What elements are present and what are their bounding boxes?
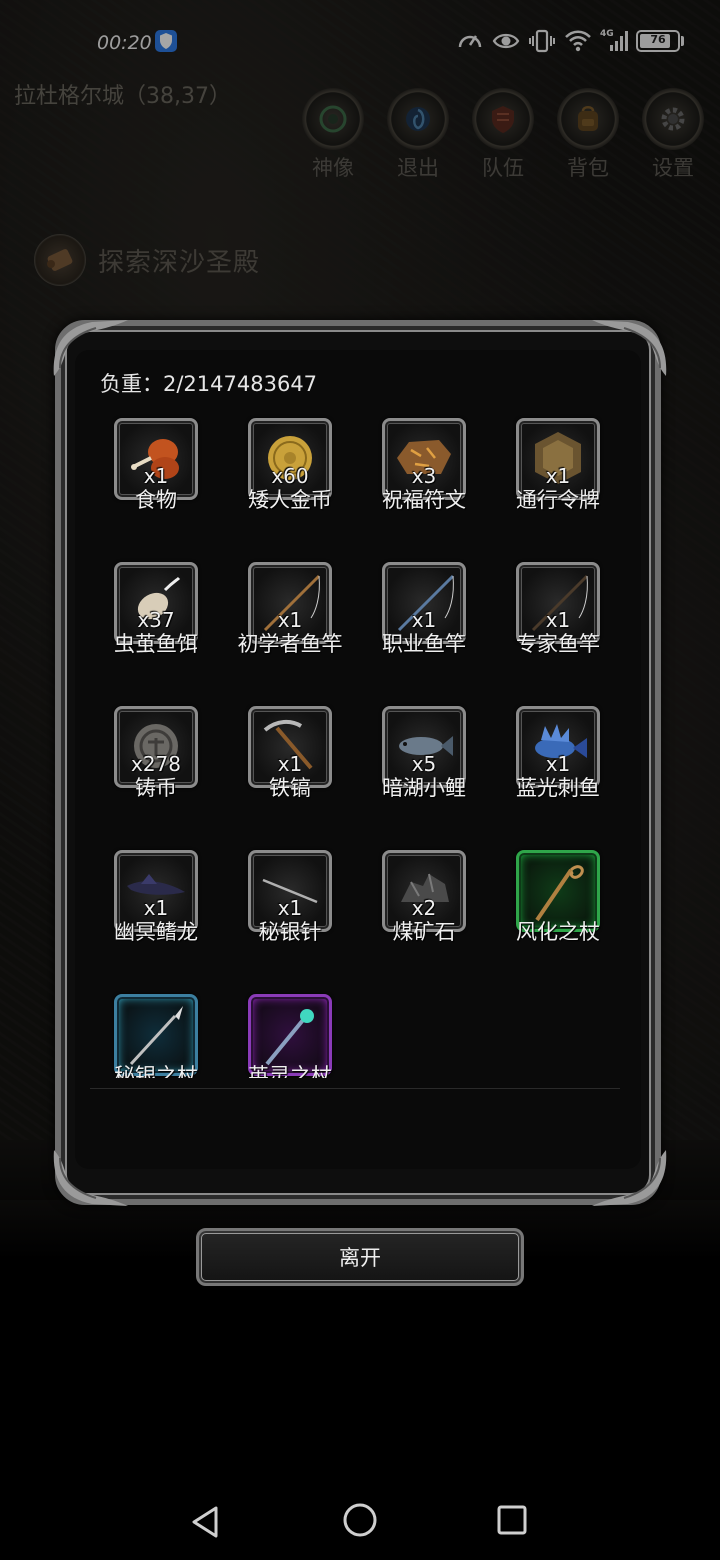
item-name: 职业鱼竿 <box>382 632 466 656</box>
inventory-item[interactable]: x1 蓝光刺鱼 <box>492 698 630 838</box>
back-icon[interactable] <box>188 1504 224 1540</box>
inventory-item[interactable]: x3 祝福符文 <box>358 410 498 550</box>
inventory-item[interactable]: x1 秘银针 <box>224 842 364 982</box>
item-name: 风化之杖 <box>516 920 600 944</box>
inventory-item[interactable]: x1 专家鱼竿 <box>492 554 630 694</box>
item-name: 铁镐 <box>269 776 311 800</box>
item-name: 食物 <box>135 488 177 512</box>
inventory-item[interactable]: 风化之杖 <box>492 842 630 982</box>
weight-label: 负重：2/2147483647 <box>100 372 318 396</box>
inventory-item[interactable]: x278 铸币 <box>90 698 230 838</box>
item-name: 蓝光刺鱼 <box>516 776 600 800</box>
item-name: 专家鱼竿 <box>516 632 600 656</box>
inventory-item[interactable]: x1 幽冥鳍龙 <box>90 842 230 982</box>
ornament-corner <box>52 1148 132 1208</box>
inventory-grid[interactable]: x1 食物 x60 矮人金币 x3 祝福符文 x1 通行令牌 x37 虫茧鱼饵 … <box>90 410 630 1078</box>
item-name: 虫茧鱼饵 <box>114 632 198 656</box>
inventory-item[interactable]: x1 食物 <box>90 410 230 550</box>
item-name: 初学者鱼竿 <box>237 632 343 656</box>
inventory-item[interactable]: x1 铁镐 <box>224 698 364 838</box>
inventory-item[interactable]: 秘银之杖 <box>90 986 230 1078</box>
leave-button[interactable]: 离开 <box>196 1228 524 1286</box>
item-name: 英灵之杖 <box>248 1064 332 1078</box>
item-name: 煤矿石 <box>392 920 456 944</box>
item-name: 通行令牌 <box>516 488 600 512</box>
navigation-bar <box>0 1480 720 1560</box>
item-name: 矮人金币 <box>248 488 332 512</box>
home-icon[interactable] <box>342 1502 378 1538</box>
inventory-item[interactable]: x1 职业鱼竿 <box>358 554 498 694</box>
item-name: 铸币 <box>135 776 177 800</box>
inventory-item[interactable]: x60 矮人金币 <box>224 410 364 550</box>
item-name: 祝福符文 <box>382 488 466 512</box>
ornament-corner <box>588 1148 668 1208</box>
divider <box>90 1088 620 1089</box>
inventory-item[interactable]: x5 暗湖小鲤 <box>358 698 498 838</box>
item-name: 暗湖小鲤 <box>382 776 466 800</box>
inventory-item[interactable]: x37 虫茧鱼饵 <box>90 554 230 694</box>
inventory-item[interactable]: x2 煤矿石 <box>358 842 498 982</box>
item-name: 幽冥鳍龙 <box>114 920 198 944</box>
item-name: 秘银之杖 <box>114 1064 198 1078</box>
ornament-corner <box>588 318 668 378</box>
inventory-item[interactable]: x1 通行令牌 <box>492 410 630 550</box>
inventory-item[interactable]: 英灵之杖 <box>224 986 364 1078</box>
game-screen: { "status_bar": { "time": "00:20", "batt… <box>0 0 720 1560</box>
item-name: 秘银针 <box>258 920 322 944</box>
inventory-item[interactable]: x1 初学者鱼竿 <box>224 554 364 694</box>
recents-icon[interactable] <box>496 1504 528 1536</box>
